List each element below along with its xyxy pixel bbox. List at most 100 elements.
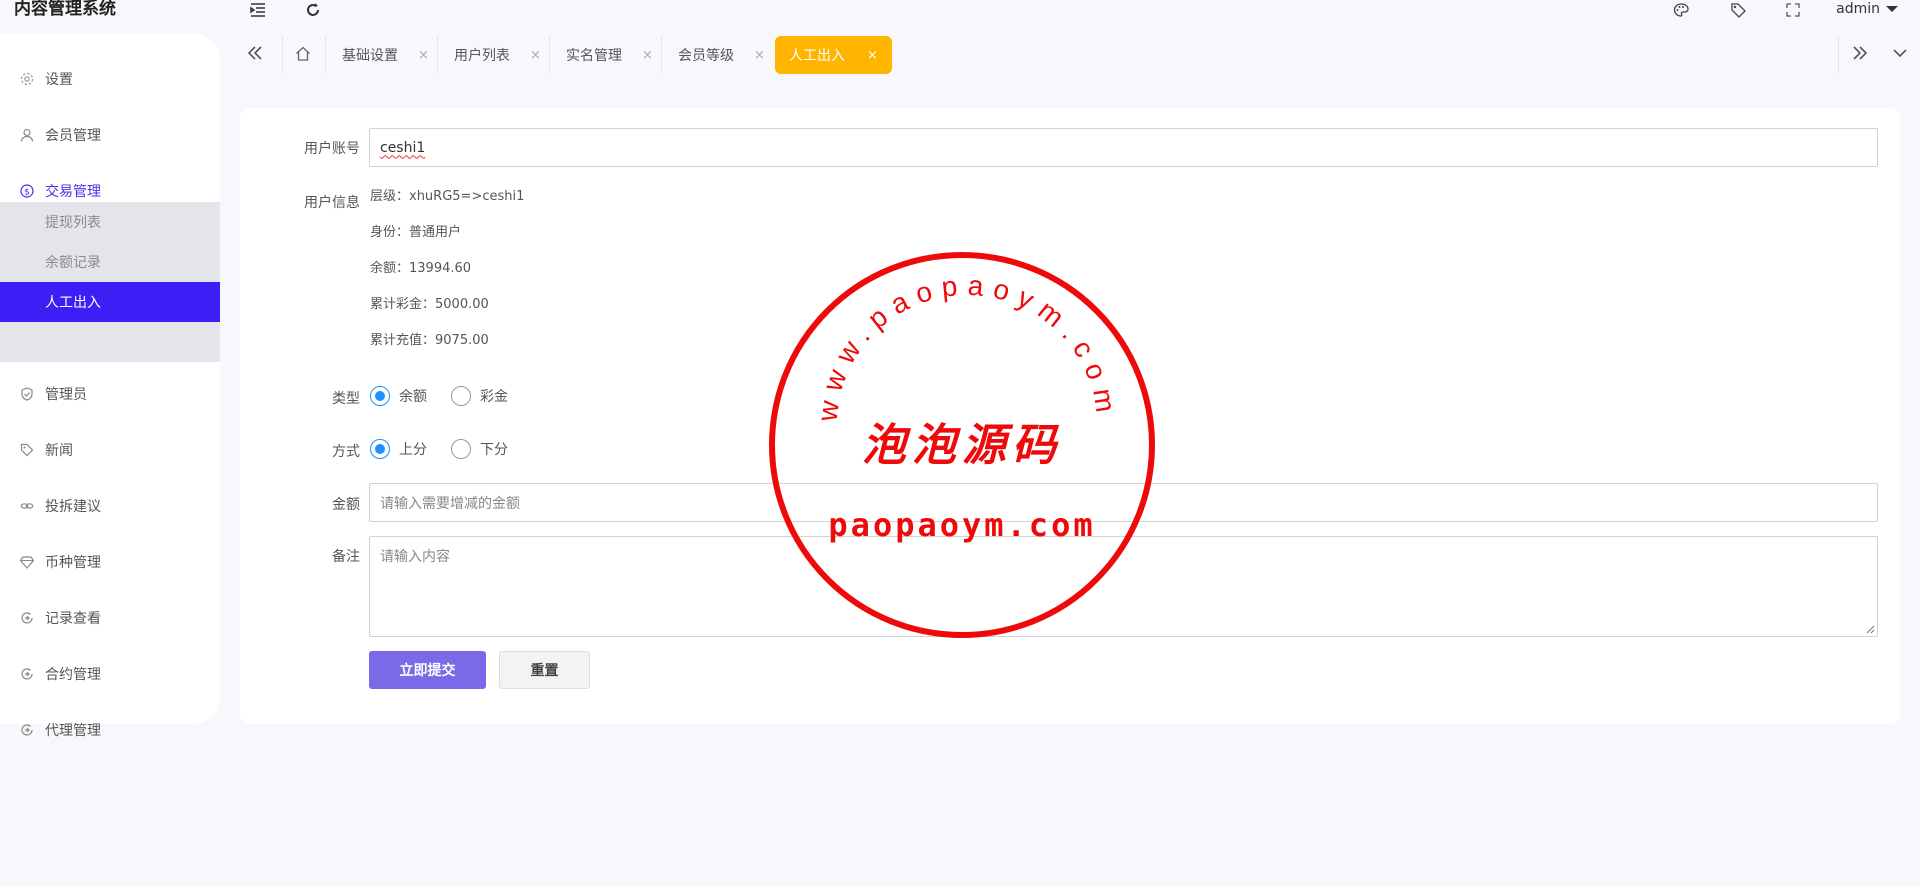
sidebar-item-label: 币种管理 — [45, 555, 101, 571]
sidebar-item-label: 设置 — [45, 72, 73, 88]
resize-handle-icon[interactable] — [1866, 625, 1875, 634]
sidebar-item-label: 管理员 — [45, 387, 87, 403]
sidebar-item-settings[interactable]: 设置 — [0, 62, 220, 96]
sidebar-item-label: 新闻 — [45, 443, 73, 459]
tab-divider — [437, 36, 438, 74]
info-total-bonus: 累计彩金：5000.00 — [370, 297, 489, 312]
form-card: 用户账号 ceshi1 用户信息 层级：xhuRG5=>ceshi1 身份：普通… — [240, 108, 1900, 724]
close-icon[interactable]: × — [418, 48, 429, 63]
submit-button[interactable]: 立即提交 — [369, 651, 486, 689]
tab-basic-settings[interactable]: 基础设置 × — [342, 36, 429, 74]
sidebar-item-members[interactable]: 会员管理 — [0, 118, 220, 152]
close-icon[interactable]: × — [754, 48, 765, 63]
amount-label: 金额 — [332, 497, 360, 513]
type-radio-bonus[interactable]: 彩金 — [451, 386, 508, 406]
tab-label: 人工出入 — [789, 48, 845, 64]
sidebar-item-contracts[interactable]: 合约管理 — [0, 657, 220, 691]
info-balance: 余额：13994.60 — [370, 261, 472, 276]
close-icon[interactable]: × — [642, 48, 653, 63]
close-icon[interactable]: × — [867, 48, 878, 63]
info-level: 层级：xhuRG5=>ceshi1 — [370, 189, 525, 204]
sidebar-item-label: 代理管理 — [45, 723, 101, 739]
collapse-menu-icon[interactable] — [247, 0, 269, 20]
sidebar-item-currency[interactable]: 币种管理 — [0, 545, 220, 579]
diamond-icon — [20, 555, 34, 569]
radio-dot — [370, 386, 390, 406]
info-identity: 身份：普通用户 — [370, 225, 462, 240]
circle-arrow-icon — [20, 723, 34, 737]
tabs-menu-chevron-down-icon[interactable] — [1885, 38, 1915, 68]
tag-icon[interactable] — [1727, 0, 1749, 20]
fullscreen-icon[interactable] — [1782, 0, 1804, 20]
tag-icon — [20, 443, 34, 457]
tab-label: 实名管理 — [566, 48, 622, 64]
method-radio-subtract[interactable]: 下分 — [451, 439, 508, 459]
caret-down-icon — [1886, 6, 1898, 12]
user-menu[interactable]: admin — [1836, 0, 1898, 18]
close-icon[interactable]: × — [530, 48, 541, 63]
trading-submenu: 提现列表 余额记录 人工出入 — [0, 202, 220, 362]
sidebar-item-agents[interactable]: 代理管理 — [0, 713, 220, 747]
sidebar-subitem-label: 提现列表 — [45, 215, 101, 231]
radio-label: 上分 — [399, 442, 427, 458]
shield-icon — [20, 387, 34, 401]
gear-icon — [20, 72, 34, 86]
sidebar-item-news[interactable]: 新闻 — [0, 433, 220, 467]
sidebar-subitem-manual-inout[interactable]: 人工出入 — [0, 282, 220, 322]
svg-text:$: $ — [24, 188, 30, 198]
account-label: 用户账号 — [304, 141, 360, 157]
radio-dot — [451, 386, 471, 406]
tab-user-list[interactable]: 用户列表 × — [454, 36, 541, 74]
note-textarea[interactable]: 请输入内容 — [369, 536, 1878, 637]
top-bar: 内容管理系统 admin — [0, 0, 1920, 28]
type-radio-balance[interactable]: 余额 — [370, 386, 427, 406]
sidebar-item-label: 投拆建议 — [45, 499, 101, 515]
circle-arrow-icon — [20, 667, 34, 681]
user-icon — [20, 128, 34, 142]
refresh-icon[interactable] — [302, 0, 324, 20]
radio-label: 余额 — [399, 389, 427, 405]
amount-input[interactable]: 请输入需要增减的金额 — [369, 483, 1878, 522]
radio-dot — [451, 439, 471, 459]
note-placeholder: 请输入内容 — [380, 549, 450, 565]
link-icon — [20, 499, 34, 513]
tab-manual-inout[interactable]: 人工出入 × — [775, 36, 892, 74]
theme-palette-icon[interactable] — [1670, 0, 1692, 20]
username: admin — [1836, 1, 1880, 17]
method-radio-add[interactable]: 上分 — [370, 439, 427, 459]
sidebar-item-label: 交易管理 — [45, 184, 101, 200]
tab-real-name[interactable]: 实名管理 × — [566, 36, 653, 74]
sidebar-subitem-withdrawals[interactable]: 提现列表 — [0, 202, 220, 242]
sidebar-item-records[interactable]: 记录查看 — [0, 601, 220, 635]
app-title: 内容管理系统 — [14, 0, 116, 19]
home-icon[interactable] — [288, 38, 318, 68]
tab-divider — [549, 36, 550, 74]
tab-label: 基础设置 — [342, 48, 398, 64]
tab-divider — [325, 36, 326, 74]
note-label: 备注 — [332, 549, 360, 565]
sidebar-item-label: 合约管理 — [45, 667, 101, 683]
amount-placeholder: 请输入需要增减的金额 — [380, 495, 520, 512]
sidebar-subitem-label: 余额记录 — [45, 255, 101, 271]
tab-label: 会员等级 — [678, 48, 734, 64]
radio-label: 彩金 — [480, 389, 508, 405]
tabs-scroll-right-icon[interactable] — [1845, 38, 1875, 68]
sidebar-item-admins[interactable]: 管理员 — [0, 377, 220, 411]
tabs-scroll-left-icon[interactable] — [240, 38, 270, 68]
method-label: 方式 — [332, 444, 360, 460]
dollar-icon: $ — [20, 184, 34, 198]
reset-button[interactable]: 重置 — [499, 651, 590, 689]
user-info-label: 用户信息 — [304, 195, 360, 211]
sidebar-subitem-balance-records[interactable]: 余额记录 — [0, 242, 220, 282]
info-total-recharge: 累计充值：9075.00 — [370, 333, 489, 348]
tab-divider — [661, 36, 662, 74]
tab-member-levels[interactable]: 会员等级 × — [678, 36, 765, 74]
tab-label: 用户列表 — [454, 48, 510, 64]
sidebar-item-label: 记录查看 — [45, 611, 101, 627]
circle-arrow-icon — [20, 611, 34, 625]
sidebar-subitem-label: 人工出入 — [45, 295, 101, 311]
tab-divider — [282, 36, 283, 74]
sidebar-item-label: 会员管理 — [45, 128, 101, 144]
sidebar-item-suggestions[interactable]: 投拆建议 — [0, 489, 220, 523]
account-input[interactable]: ceshi1 — [369, 128, 1878, 167]
